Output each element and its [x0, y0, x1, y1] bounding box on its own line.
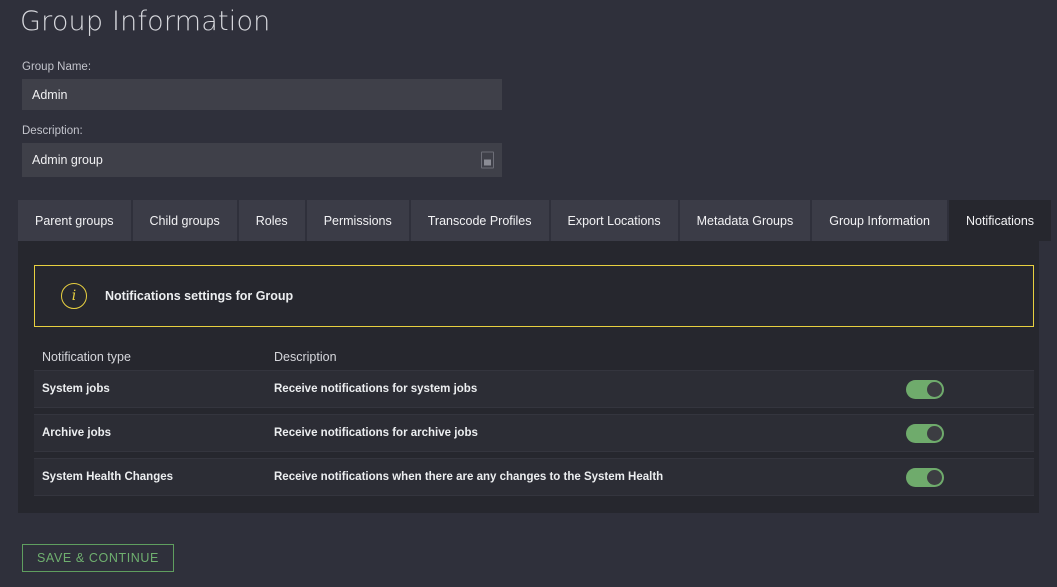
toggle-archive-jobs[interactable]	[906, 423, 944, 443]
row-toggle-cell	[906, 423, 1026, 443]
row-toggle-cell	[906, 467, 1026, 487]
table-row: System Health Changes Receive notificati…	[34, 458, 1034, 496]
table-row: Archive jobs Receive notifications for a…	[34, 414, 1034, 452]
column-header-notification-type: Notification type	[42, 350, 131, 364]
column-header-description: Description	[274, 350, 337, 364]
tab-permissions[interactable]: Permissions	[306, 200, 409, 241]
tab-parent-groups[interactable]: Parent groups	[18, 200, 131, 241]
info-circle-icon: i	[61, 283, 87, 309]
toggle-system-jobs[interactable]	[906, 379, 944, 399]
save-and-continue-button[interactable]: SAVE & CONTINUE	[22, 544, 174, 572]
group-form: Group Name: Admin Description: Admin gro…	[22, 60, 502, 177]
tab-child-groups[interactable]: Child groups	[132, 200, 237, 241]
row-notification-type: Archive jobs	[42, 427, 112, 439]
group-name-input[interactable]: Admin	[22, 79, 502, 110]
row-notification-type: System Health Changes	[42, 471, 174, 483]
table-row: System jobs Receive notifications for sy…	[34, 370, 1034, 408]
info-banner: i Notifications settings for Group	[34, 265, 1034, 327]
tab-transcode-profiles[interactable]: Transcode Profiles	[410, 200, 549, 241]
page-title: Group Information	[20, 6, 271, 37]
row-description: Receive notifications when there are any…	[274, 471, 664, 483]
group-name-value: Admin	[32, 87, 68, 102]
field-spacer	[22, 110, 502, 124]
tab-notifications[interactable]: Notifications	[948, 200, 1052, 241]
description-label: Description:	[22, 125, 83, 137]
row-toggle-cell	[906, 379, 1026, 399]
tab-roles[interactable]: Roles	[238, 200, 305, 241]
info-banner-text: Notifications settings for Group	[105, 289, 294, 303]
toggle-knob	[927, 381, 942, 397]
tab-export-locations[interactable]: Export Locations	[550, 200, 678, 241]
row-description: Receive notifications for archive jobs	[274, 427, 478, 439]
notifications-table: Notification type Description System job…	[34, 344, 1034, 496]
row-notification-type: System jobs	[42, 383, 110, 395]
tab-bar: Parent groups Child groups Roles Permiss…	[18, 200, 1052, 241]
toggle-system-health-changes[interactable]	[906, 467, 944, 487]
table-header-row: Notification type Description	[34, 344, 1034, 370]
tab-metadata-groups[interactable]: Metadata Groups	[679, 200, 811, 241]
row-description: Receive notifications for system jobs	[274, 383, 478, 395]
tab-group-information[interactable]: Group Information	[812, 200, 947, 241]
description-input[interactable]: Admin group	[22, 143, 502, 177]
group-name-label: Group Name:	[22, 61, 92, 73]
resize-grip-icon[interactable]	[481, 151, 494, 169]
description-value: Admin group	[32, 153, 103, 167]
toggle-knob	[927, 469, 942, 485]
toggle-knob	[927, 425, 942, 441]
notifications-panel: i Notifications settings for Group Notif…	[18, 241, 1039, 513]
